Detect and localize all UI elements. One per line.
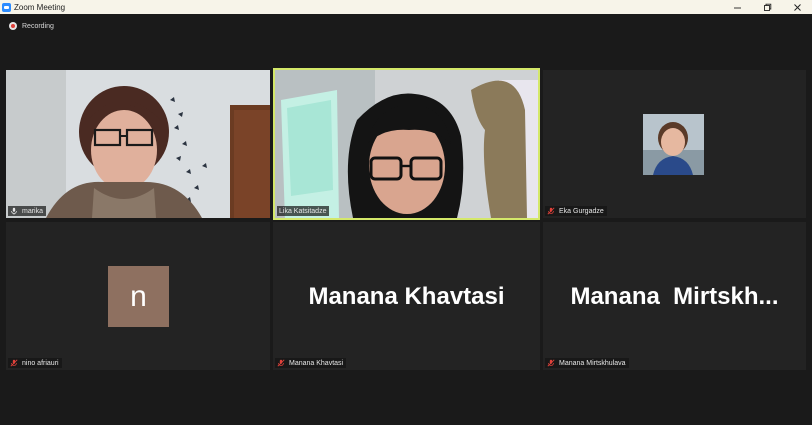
recording-icon bbox=[9, 22, 17, 30]
recording-label: Recording bbox=[22, 22, 54, 30]
participant-name: Manana Mirtskhulava bbox=[559, 359, 626, 367]
profile-photo bbox=[643, 114, 704, 175]
participant-nametag: Manana Mirtskhulava bbox=[545, 358, 629, 368]
muted-microphone-icon bbox=[277, 359, 285, 367]
participant-tile-manana-khavtasi[interactable]: Manana Khavtasi Manana Khavtasi bbox=[273, 222, 540, 370]
window-controls bbox=[722, 0, 812, 14]
window-title: Zoom Meeting bbox=[14, 2, 66, 12]
participant-nametag: marika bbox=[8, 206, 47, 216]
participant-name: nino afriauri bbox=[22, 359, 59, 367]
participant-video: b bbox=[275, 70, 538, 218]
initial-avatar: n bbox=[108, 266, 169, 327]
participant-tile-eka-gurgadze[interactable]: Eka Gurgadze bbox=[543, 70, 806, 218]
participant-tile-manana-mirtskhulava[interactable]: Manana Mirtskh... Manana Mirtskhulava bbox=[543, 222, 806, 370]
participant-display-name: Manana Mirtskh... bbox=[570, 283, 779, 310]
zoom-app-icon bbox=[2, 2, 11, 12]
recording-indicator[interactable]: Recording bbox=[9, 22, 54, 30]
muted-microphone-icon bbox=[547, 359, 555, 367]
muted-microphone-icon bbox=[10, 359, 18, 367]
participant-tile-marika[interactable]: marika bbox=[6, 70, 270, 218]
close-button[interactable] bbox=[782, 0, 812, 14]
close-icon bbox=[793, 3, 801, 11]
avatar-initial: n bbox=[130, 279, 147, 313]
participant-tile-lika-katsitadze[interactable]: b Lika Katsitadze bbox=[273, 68, 540, 220]
meeting-area: Recording marika Lika Katsitadze Eka Gur… bbox=[0, 14, 812, 425]
participant-name: Eka Gurgadze bbox=[559, 207, 604, 215]
participant-name: Lika Katsitadze bbox=[279, 207, 327, 215]
microphone-icon bbox=[11, 207, 17, 215]
participant-tile-nino-afriauri[interactable]: n nino afriauri bbox=[6, 222, 270, 370]
title-bar: Zoom Meeting bbox=[0, 0, 812, 14]
restore-icon bbox=[763, 3, 771, 11]
participant-name: Manana Khavtasi bbox=[289, 359, 344, 367]
participant-nametag: Manana Khavtasi bbox=[275, 358, 347, 368]
participant-video bbox=[6, 70, 270, 218]
muted-microphone-icon bbox=[547, 207, 555, 215]
participant-nametag: nino afriauri bbox=[8, 358, 62, 368]
participant-nametag: Lika Katsitadze bbox=[277, 206, 330, 216]
participant-name: marika bbox=[22, 207, 44, 215]
minimize-icon bbox=[733, 7, 741, 8]
participant-display-name: Manana Khavtasi bbox=[308, 283, 505, 310]
minimize-button[interactable] bbox=[722, 0, 752, 14]
participant-nametag: Eka Gurgadze bbox=[545, 206, 607, 216]
restore-button[interactable] bbox=[752, 0, 782, 14]
